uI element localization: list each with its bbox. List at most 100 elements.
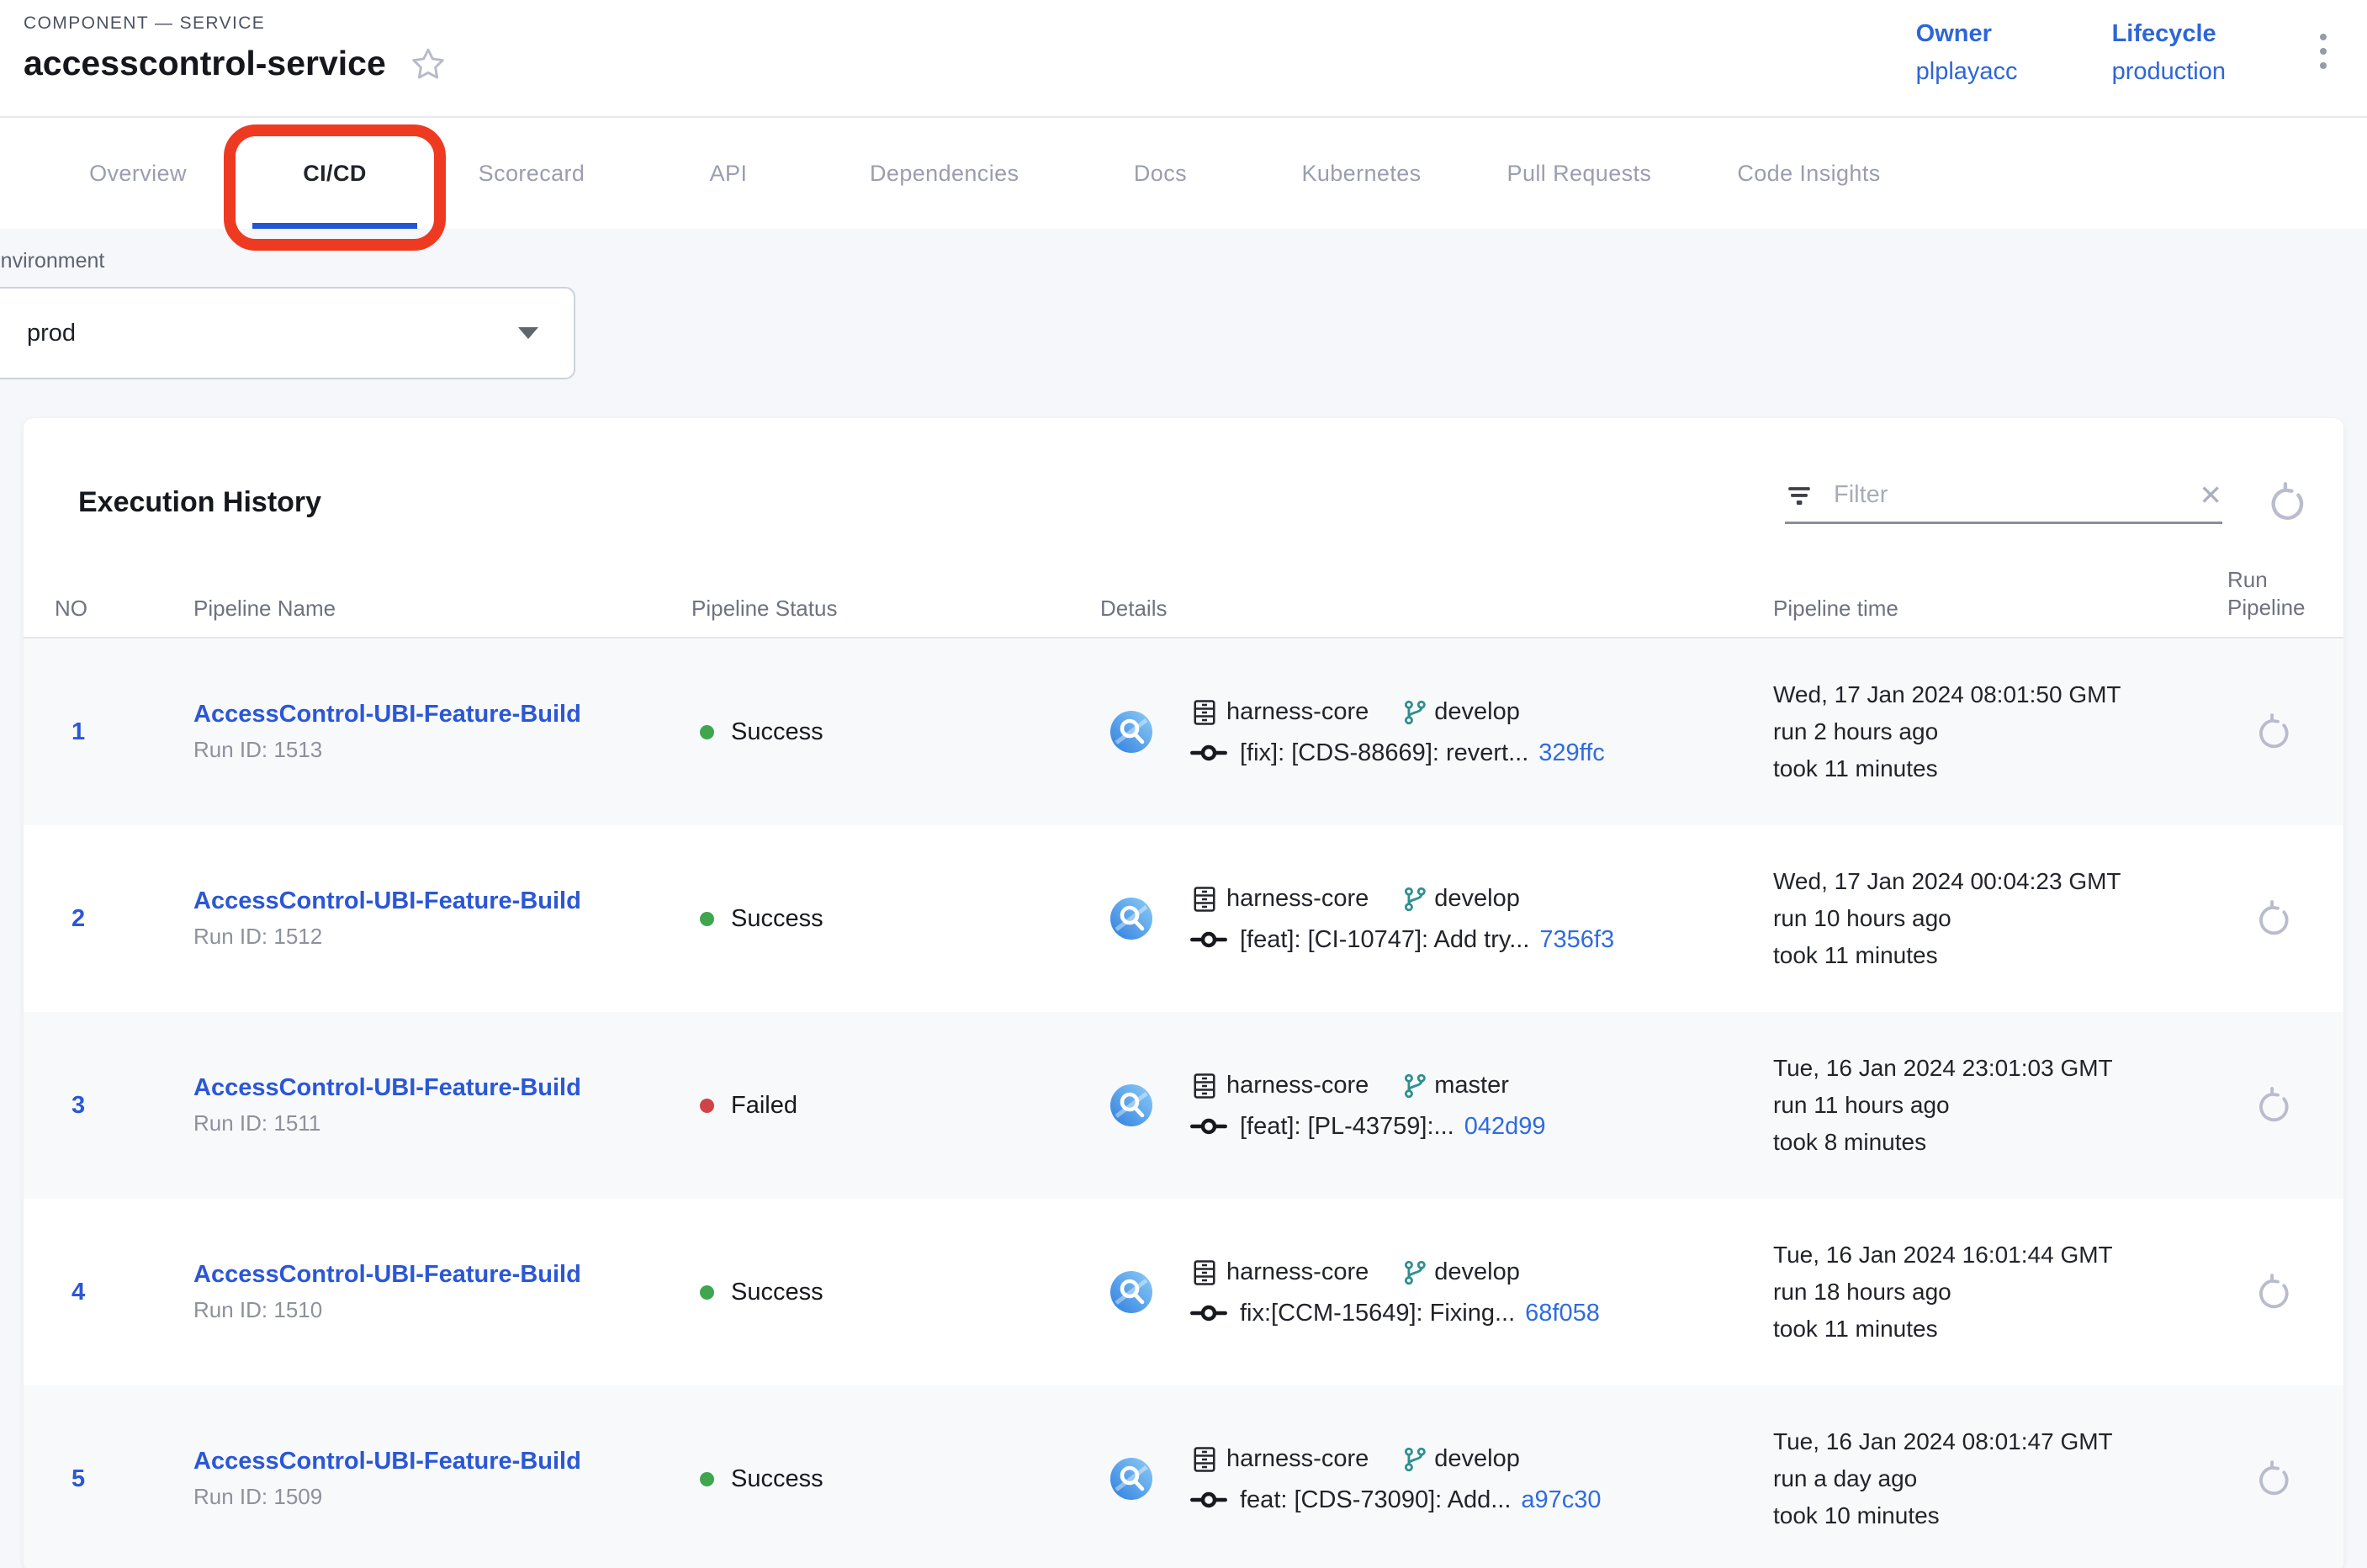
lifecycle-value: production xyxy=(2112,58,2226,86)
row-number[interactable]: 3 xyxy=(71,1092,85,1119)
run-pipeline-button[interactable] xyxy=(2254,1086,2293,1125)
tab[interactable]: Code Insights xyxy=(1703,118,1914,229)
pipeline-time-date: Tue, 16 Jan 2024 23:01:03 GMT xyxy=(1773,1050,2227,1087)
commit-message: feat: [CDS-73090]: Add... xyxy=(1240,1486,1511,1514)
entity-header-right: Owner plplayacc Lifecycle production xyxy=(1916,13,2332,86)
row-number[interactable]: 5 xyxy=(71,1465,85,1492)
pipeline-time-duration: took 10 minutes xyxy=(1773,1497,2227,1534)
environment-section: Environment prod xyxy=(0,229,2367,379)
pipeline-execution-icon[interactable] xyxy=(1109,709,1154,755)
commit-hash-link[interactable]: a97c30 xyxy=(1521,1486,1601,1514)
run-pipeline-button[interactable] xyxy=(2254,712,2293,751)
tab[interactable]: Dependencies xyxy=(836,118,1052,229)
owner-value[interactable]: plplayacc xyxy=(1916,58,2018,86)
status-dot-icon xyxy=(700,1285,714,1300)
pipeline-time-duration: took 11 minutes xyxy=(1773,937,2227,974)
branch-name: develop xyxy=(1434,885,1520,913)
pipeline-name-link[interactable]: AccessControl-UBI-Feature-Build xyxy=(193,701,581,728)
filter-box: ✕ xyxy=(1785,480,2222,524)
pipeline-time-duration: took 11 minutes xyxy=(1773,1311,2227,1348)
git-branch-icon xyxy=(1401,1072,1429,1100)
pipeline-execution-icon[interactable] xyxy=(1109,1083,1154,1128)
row-number[interactable]: 1 xyxy=(71,718,85,745)
status-dot-icon xyxy=(700,912,714,926)
column-header-details: Details xyxy=(1100,596,1773,622)
run-id: Run ID: 1509 xyxy=(193,1484,691,1510)
status-label: Failed xyxy=(731,1092,797,1120)
status-dot-icon xyxy=(700,725,714,739)
pipeline-time: Wed, 17 Jan 2024 08:01:50 GMT run 2 hour… xyxy=(1773,676,2227,787)
commit-message: [feat]: [PL-43759]:... xyxy=(1240,1113,1454,1141)
commit-message: [feat]: [CI-10747]: Add try... xyxy=(1240,926,1529,954)
pipeline-execution-icon[interactable] xyxy=(1109,1456,1154,1502)
column-header-pipeline-status: Pipeline Status xyxy=(691,596,1100,622)
git-branch-icon xyxy=(1401,1445,1429,1474)
tab[interactable]: Pull Requests xyxy=(1474,118,1686,229)
execution-history-card: Execution History ✕ xyxy=(24,418,2343,1568)
environment-select[interactable]: prod xyxy=(0,287,575,379)
git-branch-icon xyxy=(1401,698,1429,727)
tab[interactable]: Kubernetes xyxy=(1268,118,1454,229)
table-row: 5 AccessControl-UBI-Feature-Build Run ID… xyxy=(24,1385,2343,1568)
environment-label: Environment xyxy=(0,249,2367,273)
commit-hash-link[interactable]: 68f058 xyxy=(1525,1300,1600,1327)
filter-input[interactable] xyxy=(1832,480,2180,510)
tab[interactable]: Overview xyxy=(49,118,227,229)
page-title: accesscontrol-service xyxy=(24,44,386,83)
table-body: 1 AccessControl-UBI-Feature-Build Run ID… xyxy=(24,638,2343,1568)
tab-label: Docs xyxy=(1134,161,1187,187)
pipeline-time: Tue, 16 Jan 2024 08:01:47 GMT run a day … xyxy=(1773,1423,2227,1534)
run-pipeline-button[interactable] xyxy=(2254,899,2293,938)
column-header-no: NO xyxy=(55,596,193,622)
tab[interactable]: Docs xyxy=(1071,118,1249,229)
commit-hash-link[interactable]: 329ffc xyxy=(1538,739,1604,767)
run-pipeline-button[interactable] xyxy=(2254,1273,2293,1311)
tab-label: API xyxy=(710,161,748,187)
column-header-pipeline-name: Pipeline Name xyxy=(193,596,691,622)
commit-hash-link[interactable]: 7356f3 xyxy=(1539,926,1614,954)
branch-name: develop xyxy=(1434,698,1520,726)
pipeline-execution-icon[interactable] xyxy=(1109,896,1154,941)
pipeline-name-link[interactable]: AccessControl-UBI-Feature-Build xyxy=(193,1261,581,1288)
git-commit-icon xyxy=(1189,1490,1228,1510)
pipeline-name-link[interactable]: AccessControl-UBI-Feature-Build xyxy=(193,1074,581,1101)
tab[interactable]: API xyxy=(639,118,818,229)
run-pipeline-button[interactable] xyxy=(2254,1459,2293,1498)
refresh-icon[interactable] xyxy=(2266,481,2308,523)
table-row: 4 AccessControl-UBI-Feature-Build Run ID… xyxy=(24,1199,2343,1385)
tab[interactable]: CI/CD xyxy=(246,118,424,229)
status-dot-icon xyxy=(700,1472,714,1486)
run-id: Run ID: 1510 xyxy=(193,1297,691,1323)
pipeline-time-date: Wed, 17 Jan 2024 08:01:50 GMT xyxy=(1773,676,2227,713)
tab-label: CI/CD xyxy=(303,161,367,187)
pipeline-execution-icon[interactable] xyxy=(1109,1269,1154,1315)
tab-label: Dependencies xyxy=(870,161,1019,187)
git-commit-icon xyxy=(1189,743,1228,763)
pipeline-time-ago: run 11 hours ago xyxy=(1773,1087,2227,1124)
pipeline-time: Tue, 16 Jan 2024 23:01:03 GMT run 11 hou… xyxy=(1773,1050,2227,1161)
column-header-pipeline-time: Pipeline time xyxy=(1773,596,2227,622)
row-number[interactable]: 2 xyxy=(71,905,85,932)
repository-icon xyxy=(1189,1444,1220,1475)
pipeline-name-link[interactable]: AccessControl-UBI-Feature-Build xyxy=(193,887,581,914)
status-label: Success xyxy=(731,718,823,746)
branch-name: develop xyxy=(1434,1445,1520,1473)
table-header-row: NO Pipeline Name Pipeline Status Details… xyxy=(24,566,2343,638)
tab[interactable]: Scorecard xyxy=(442,118,621,229)
git-commit-icon xyxy=(1189,930,1228,950)
tab-label: Scorecard xyxy=(479,161,585,187)
component-service-page: COMPONENT — SERVICE accesscontrol-servic… xyxy=(0,0,2367,1568)
row-number[interactable]: 4 xyxy=(71,1279,85,1306)
repository-icon xyxy=(1189,884,1220,914)
tab-label: Kubernetes xyxy=(1301,161,1421,187)
favorite-star-icon[interactable] xyxy=(410,45,447,82)
git-branch-icon xyxy=(1401,885,1429,914)
pipeline-name-link[interactable]: AccessControl-UBI-Feature-Build xyxy=(193,1448,581,1475)
clear-filter-icon[interactable]: ✕ xyxy=(2199,481,2222,509)
column-header-run-pipeline: Run Pipeline xyxy=(2227,566,2320,622)
pipeline-time-duration: took 11 minutes xyxy=(1773,750,2227,787)
environment-selected-value: prod xyxy=(27,320,76,347)
kebab-menu-icon[interactable] xyxy=(2320,20,2332,69)
commit-hash-link[interactable]: 042d99 xyxy=(1464,1113,1546,1141)
pipeline-time-ago: run 10 hours ago xyxy=(1773,900,2227,937)
